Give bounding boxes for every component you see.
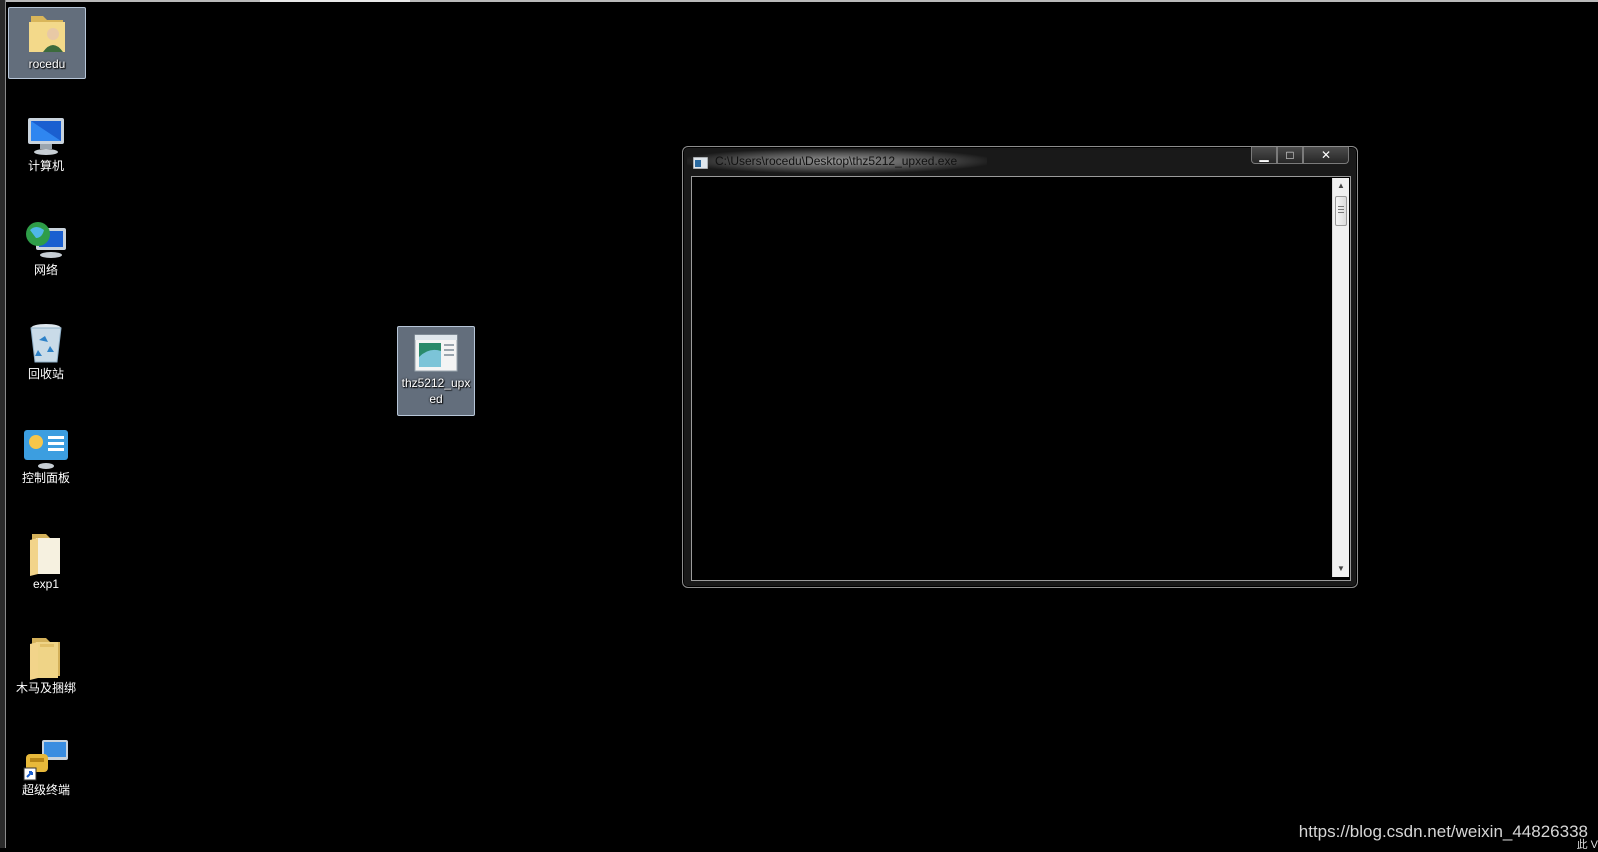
maximize-icon: □ xyxy=(1286,148,1294,162)
folder-icon xyxy=(30,638,60,680)
desktop-icon-label: 超级终端 xyxy=(21,783,70,797)
console-app-icon xyxy=(693,157,708,169)
recycle-bin-icon xyxy=(30,324,62,363)
desktop-icon-computer[interactable]: 计算机 xyxy=(8,114,84,174)
maximize-button[interactable]: □ xyxy=(1277,147,1303,164)
computer-icon xyxy=(28,118,64,155)
console-window[interactable]: C:\Users\rocedu\Desktop\thz5212_upxed.ex… xyxy=(682,146,1358,588)
desktop-icon-label: 控制面板 xyxy=(21,471,70,485)
user-folder-icon xyxy=(29,16,65,52)
scroll-thumb[interactable] xyxy=(1335,196,1347,226)
folder-icon xyxy=(30,534,60,576)
console-output-area[interactable]: ▲ ▼ xyxy=(691,176,1351,581)
desktop-icon-trojan-bundle[interactable]: 木马及捆绑 xyxy=(8,634,84,696)
left-screen-edge xyxy=(0,0,6,848)
desktop-icon-label: 回收站 xyxy=(27,367,64,381)
desktop-icon-network[interactable]: 网络 xyxy=(8,218,84,278)
desktop-icon-label: 计算机 xyxy=(27,159,64,173)
desktop-icon-label: thz5212_upxed xyxy=(401,376,471,406)
top-edge-strip xyxy=(0,0,1598,2)
watermark-url: https://blog.csdn.net/weixin_44826338 xyxy=(1298,822,1588,841)
desktop-icon-recycle-bin[interactable]: 回收站 xyxy=(8,322,84,382)
vertical-scrollbar[interactable]: ▲ ▼ xyxy=(1332,178,1349,577)
desktop-icon-rocedu[interactable]: rocedu xyxy=(8,7,86,79)
hyperterminal-icon xyxy=(23,740,68,781)
close-icon: ✕ xyxy=(1320,148,1332,162)
desktop-icon-hyperterminal[interactable]: 超级终端 xyxy=(8,738,84,798)
scroll-up-arrow-icon[interactable]: ▲ xyxy=(1333,178,1349,194)
caption-buttons: ▁ □ ✕ xyxy=(1251,147,1349,165)
desktop-icon-label: exp1 xyxy=(32,577,60,591)
desktop-icon-thz5212-upxed[interactable]: thz5212_upxed xyxy=(397,326,475,416)
window-title: C:\Users\rocedu\Desktop\thz5212_upxed.ex… xyxy=(715,154,958,168)
minimize-button[interactable]: ▁ xyxy=(1251,147,1277,164)
desktop-icon-label: 网络 xyxy=(33,263,58,277)
desktop-icon-control-panel[interactable]: 控制面板 xyxy=(8,428,84,486)
scroll-down-arrow-icon[interactable]: ▼ xyxy=(1333,561,1349,577)
desktop-icon-label: rocedu xyxy=(28,57,66,71)
close-button[interactable]: ✕ xyxy=(1303,147,1349,164)
network-icon xyxy=(26,222,66,258)
desktop-icon-exp1[interactable]: exp1 xyxy=(8,530,84,592)
corner-text: 此 V xyxy=(1576,839,1598,851)
control-panel-icon xyxy=(24,430,68,469)
minimize-icon: ▁ xyxy=(1259,148,1269,162)
desktop-icon-label: 木马及捆绑 xyxy=(15,681,76,695)
exe-app-icon xyxy=(414,334,458,372)
